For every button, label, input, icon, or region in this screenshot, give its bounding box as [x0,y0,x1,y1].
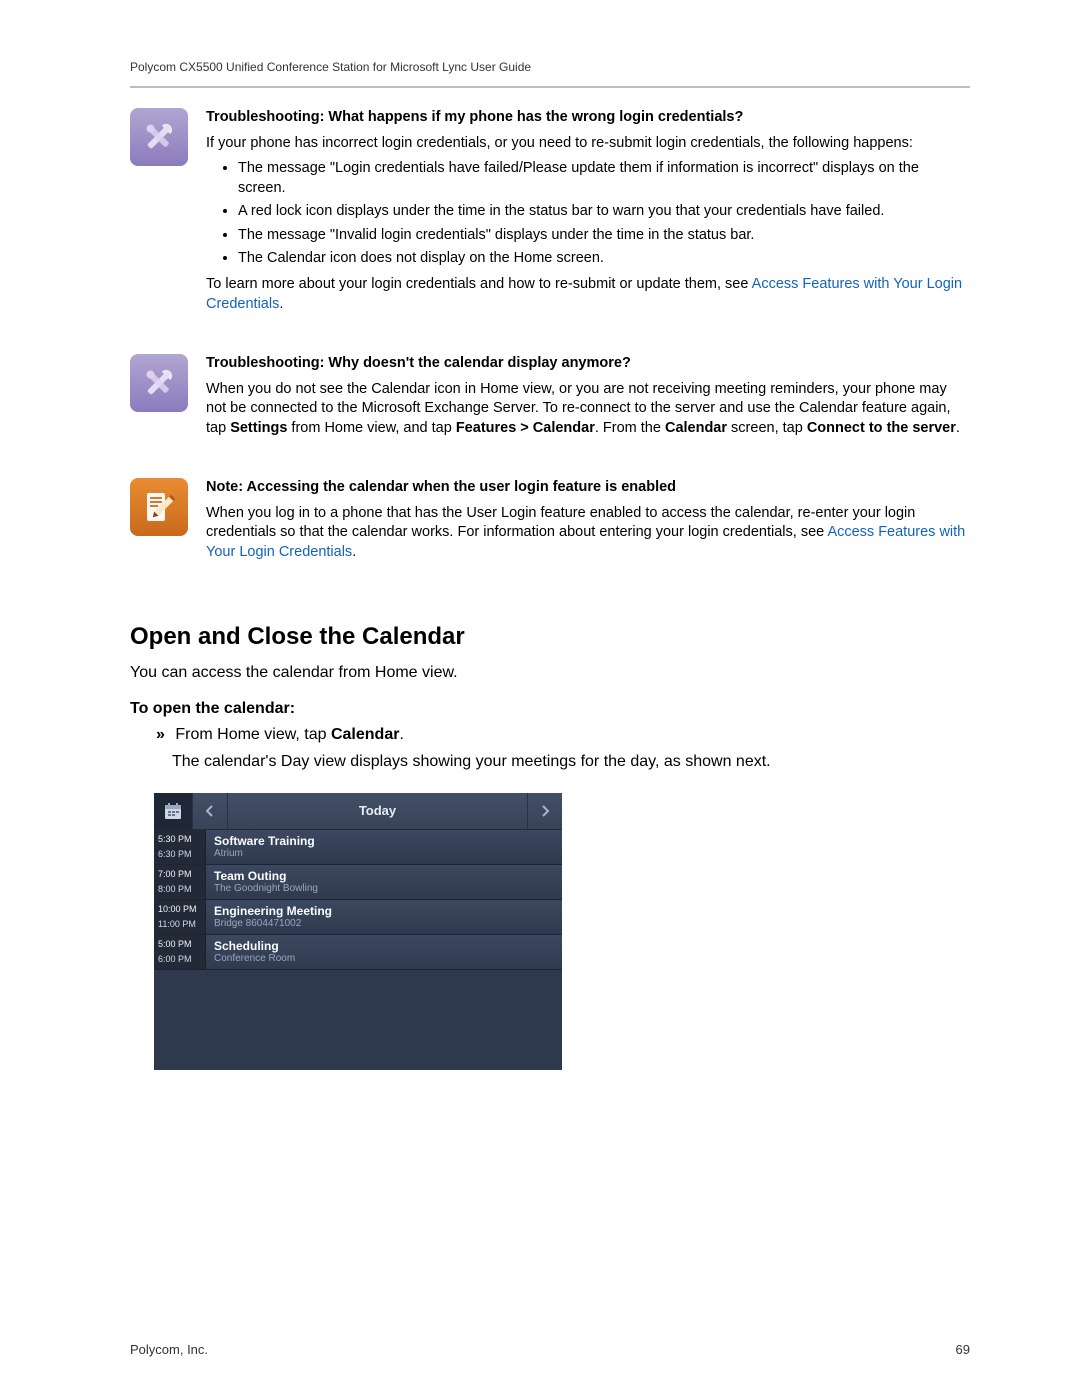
step-prefix: » [156,726,165,743]
calendar-empty-space [154,970,562,1070]
page-footer: Polycom, Inc. 69 [130,1342,970,1357]
text: To learn more about your login credentia… [206,276,752,292]
text: From Home view, tap [175,726,331,743]
section-after: The calendar's Day view displays showing… [172,750,970,773]
event-location: Bridge 8604471002 [214,918,554,929]
list-item: The message "Invalid login credentials" … [238,226,970,246]
troubleshoot1-intro: If your phone has incorrect login creden… [206,134,970,154]
footer-company: Polycom, Inc. [130,1342,208,1357]
start-time: 10:00 PM [158,904,201,914]
event-location: Atrium [214,848,554,859]
troubleshoot1-list: The message "Login credentials have fail… [238,159,970,269]
note-block-3: Note: Accessing the calendar when the us… [130,478,970,562]
calendar-row[interactable]: 5:00 PM 6:00 PM Scheduling Conference Ro… [154,935,562,970]
calendar-icon[interactable] [154,793,193,829]
end-time: 11:00 PM [158,919,201,929]
event-title: Engineering Meeting [214,905,554,918]
wrench-icon [130,108,188,166]
start-time: 5:00 PM [158,939,201,949]
text-bold: Features > Calendar [456,420,595,436]
section-intro: You can access the calendar from Home vi… [130,661,970,684]
cal-event: Team Outing The Goodnight Bowling [206,865,562,899]
event-title: Scheduling [214,940,554,953]
calendar-row[interactable]: 7:00 PM 8:00 PM Team Outing The Goodnigh… [154,865,562,900]
prev-day-button[interactable] [193,793,228,829]
calendar-header: Today [154,793,562,830]
cal-times: 5:30 PM 6:30 PM [154,830,206,864]
doc-header: Polycom CX5500 Unified Conference Statio… [130,60,970,74]
text: from Home view, and tap [287,420,455,436]
troubleshoot2-body: When you do not see the Calendar icon in… [206,380,970,439]
note3-heading: Note: Accessing the calendar when the us… [206,478,970,498]
page-number: 69 [956,1342,970,1357]
next-day-button[interactable] [528,793,562,829]
cal-event: Software Training Atrium [206,830,562,864]
start-time: 5:30 PM [158,834,201,844]
event-title: Team Outing [214,870,554,883]
start-time: 7:00 PM [158,869,201,879]
end-time: 6:30 PM [158,849,201,859]
cal-times: 7:00 PM 8:00 PM [154,865,206,899]
cal-event: Engineering Meeting Bridge 8604471002 [206,900,562,934]
calendar-title: Today [228,793,528,829]
wrench-icon [130,354,188,412]
text: . [279,296,283,312]
note3-body: When you log in to a phone that has the … [206,504,970,563]
list-item: A red lock icon displays under the time … [238,202,970,222]
calendar-row[interactable]: 10:00 PM 11:00 PM Engineering Meeting Br… [154,900,562,935]
text: . From the [595,420,665,436]
text: screen, tap [727,420,807,436]
troubleshoot1-outro: To learn more about your login credentia… [206,275,970,314]
end-time: 8:00 PM [158,884,201,894]
calendar-row[interactable]: 5:30 PM 6:30 PM Software Training Atrium [154,830,562,865]
event-location: Conference Room [214,953,554,964]
list-item: The message "Login credentials have fail… [238,159,970,198]
text-bold: Calendar [665,420,727,436]
text-bold: Settings [230,420,287,436]
cal-times: 5:00 PM 6:00 PM [154,935,206,969]
list-item: The Calendar icon does not display on th… [238,249,970,269]
troubleshoot-block-2: Troubleshooting: Why doesn't the calenda… [130,354,970,438]
text: . [956,420,960,436]
text: When you log in to a phone that has the … [206,505,915,541]
header-rule [130,86,970,88]
cal-times: 10:00 PM 11:00 PM [154,900,206,934]
calendar-screenshot: Today 5:30 PM 6:30 PM Software Training … [154,793,562,1070]
end-time: 6:00 PM [158,954,201,964]
text: . [352,544,356,560]
section-title: Open and Close the Calendar [130,623,970,651]
cal-event: Scheduling Conference Room [206,935,562,969]
note-icon [130,478,188,536]
open-calendar-subheading: To open the calendar: [130,700,970,718]
troubleshoot-block-1: Troubleshooting: What happens if my phon… [130,108,970,314]
event-title: Software Training [214,835,554,848]
step-1: » From Home view, tap Calendar. [156,726,970,744]
troubleshoot1-heading: Troubleshooting: What happens if my phon… [206,108,970,128]
text-bold: Connect to the server [807,420,956,436]
troubleshoot2-heading: Troubleshooting: Why doesn't the calenda… [206,354,970,374]
text-bold: Calendar [331,726,399,743]
text: . [399,726,403,743]
event-location: The Goodnight Bowling [214,883,554,894]
